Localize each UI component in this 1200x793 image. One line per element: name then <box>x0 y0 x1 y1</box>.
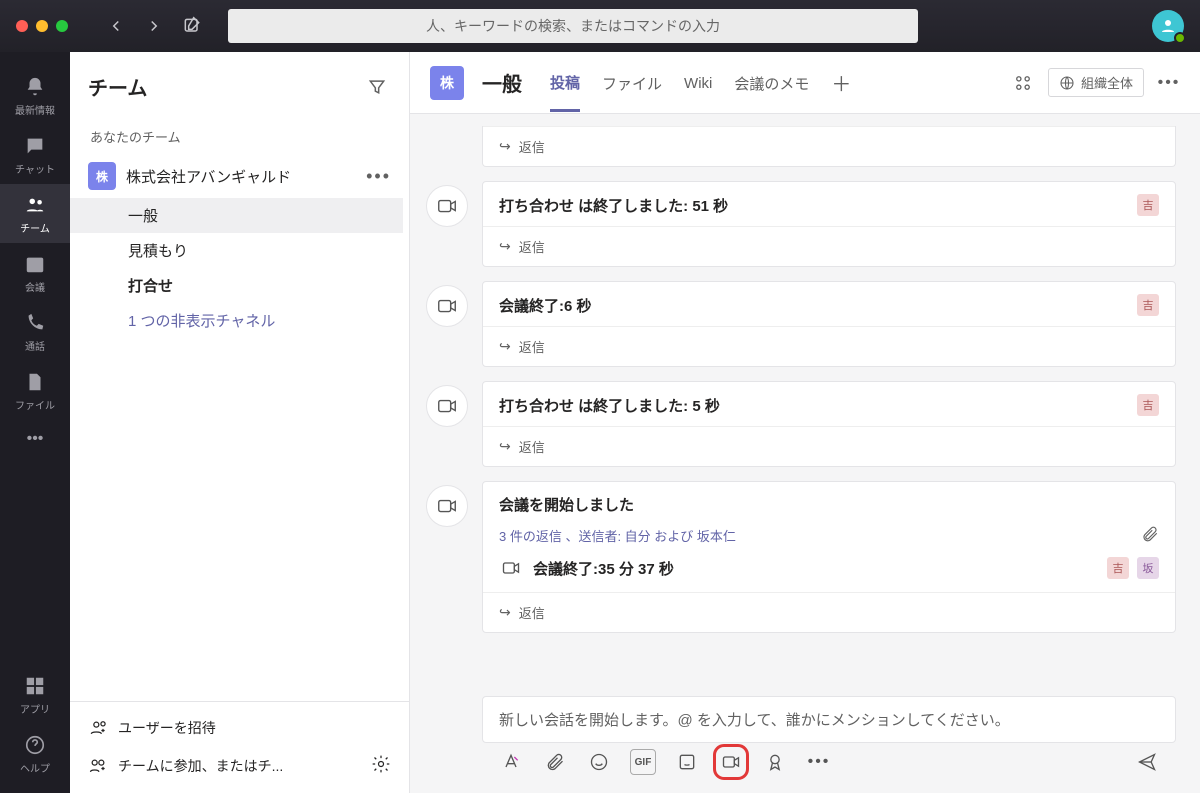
nav-back[interactable] <box>102 12 130 40</box>
channel-estimate[interactable]: 見積もり <box>70 233 403 268</box>
titlebar: 人、キーワードの検索、またはコマンドの入力 <box>0 0 1200 52</box>
maximize-window[interactable] <box>56 20 68 32</box>
participant-avatar: 吉 <box>1107 557 1129 579</box>
attachment-icon[interactable] <box>1141 525 1159 546</box>
compose-input[interactable]: 新しい会話を開始します。@ を入力して、誰かにメンションしてください。 <box>483 697 1175 742</box>
tab-files[interactable]: ファイル <box>602 55 662 110</box>
privacy-label: 組織全体 <box>1081 73 1133 92</box>
rail-label: アプリ <box>20 701 50 716</box>
send-icon[interactable] <box>1134 749 1160 775</box>
team-avatar: 株 <box>88 162 116 190</box>
participant-avatar: 吉 <box>1137 394 1159 416</box>
teams-panel: チーム あなたのチーム 株 株式会社アバンギャルド ••• 一般 見積もり 打合… <box>70 52 410 793</box>
join-create-label: チームに参加、またはチ... <box>118 756 361 776</box>
reply-button[interactable]: ↩返信 <box>483 126 1175 166</box>
minimize-window[interactable] <box>36 20 48 32</box>
channel-meeting[interactable]: 打合せ <box>70 268 403 303</box>
participant-avatar: 吉 <box>1137 194 1159 216</box>
praise-icon[interactable] <box>762 749 788 775</box>
channel-more-icon[interactable]: ••• <box>1158 72 1180 94</box>
new-chat-button[interactable] <box>178 12 206 40</box>
reply-button[interactable]: ↩返信 <box>483 326 1175 366</box>
org-chart-icon[interactable] <box>1012 72 1034 94</box>
rail-calls[interactable]: 通話 <box>0 302 70 361</box>
team-row[interactable]: 株 株式会社アバンギャルド ••• <box>70 154 403 198</box>
rail-label: ヘルプ <box>20 760 50 775</box>
rail-label: 最新情報 <box>15 102 55 117</box>
gif-icon[interactable]: GIF <box>630 749 656 775</box>
rail-files[interactable]: ファイル <box>0 361 70 420</box>
sub-message-title: 会議終了:35 分 37 秒 <box>533 558 674 579</box>
filter-icon[interactable] <box>363 73 391 101</box>
rail-help[interactable]: ヘルプ <box>0 724 70 783</box>
message-item: ↩返信 <box>426 126 1176 167</box>
video-icon <box>499 556 523 580</box>
close-window[interactable] <box>16 20 28 32</box>
sticker-icon[interactable] <box>674 749 700 775</box>
rail-label: チャット <box>15 161 55 176</box>
channel-team-avatar: 株 <box>430 66 464 100</box>
manage-teams-gear-icon[interactable] <box>371 754 391 777</box>
meeting-icon <box>426 285 468 327</box>
rail-chat[interactable]: チャット <box>0 125 70 184</box>
rail-meetings[interactable]: 会議 <box>0 243 70 302</box>
profile-avatar[interactable] <box>1152 10 1184 42</box>
hidden-channels-link[interactable]: 1 つの非表示チャネル <box>70 303 403 338</box>
meeting-icon <box>426 385 468 427</box>
format-icon[interactable] <box>498 749 524 775</box>
message-title: 会議終了:6 秒 <box>499 295 592 316</box>
rail-label: チーム <box>20 220 50 235</box>
presence-indicator <box>1174 32 1186 44</box>
search-input[interactable]: 人、キーワードの検索、またはコマンドの入力 <box>228 9 918 43</box>
team-name: 株式会社アバンギャルド <box>126 166 356 187</box>
channel-general[interactable]: 一般 <box>70 198 403 233</box>
message-title: 打ち合わせ は終了しました: 51 秒 <box>499 195 728 216</box>
nav-forward[interactable] <box>140 12 168 40</box>
rail-label: 通話 <box>25 338 45 353</box>
reply-button[interactable]: ↩返信 <box>483 426 1175 466</box>
section-your-teams: あなたのチーム <box>70 117 403 154</box>
message-item: 打ち合わせ は終了しました: 5 秒 吉 ↩返信 <box>426 381 1176 467</box>
add-tab-icon[interactable]: ＋ <box>831 68 851 97</box>
compose-more-icon[interactable]: ••• <box>806 749 832 775</box>
meeting-icon <box>426 185 468 227</box>
message-item: 会議終了:6 秒 吉 ↩返信 <box>426 281 1176 367</box>
rail-activity[interactable]: 最新情報 <box>0 66 70 125</box>
panel-title: チーム <box>88 72 363 101</box>
channel-header: 株 一般 投稿 ファイル Wiki 会議のメモ ＋ 組織全体 ••• <box>410 52 1200 114</box>
thread-summary[interactable]: 3 件の返信 、送信者: 自分 および 坂本仁 <box>499 526 736 545</box>
invite-users-button[interactable]: ユーザーを招待 <box>84 710 395 746</box>
channel-content: 株 一般 投稿 ファイル Wiki 会議のメモ ＋ 組織全体 ••• <box>410 52 1200 793</box>
app-rail: 最新情報 チャット チーム 会議 通話 ファイル ••• アプリ <box>0 52 70 793</box>
tab-posts[interactable]: 投稿 <box>550 54 580 112</box>
participant-avatar: 吉 <box>1137 294 1159 316</box>
message-item: 打ち合わせ は終了しました: 51 秒 吉 ↩返信 <box>426 181 1176 267</box>
emoji-icon[interactable] <box>586 749 612 775</box>
channel-title: 一般 <box>482 68 522 97</box>
rail-more[interactable]: ••• <box>20 420 50 458</box>
privacy-button[interactable]: 組織全体 <box>1048 68 1144 97</box>
message-list: ↩返信 打ち合わせ は終了しました: 51 秒 吉 ↩返信 会議終了:6 <box>410 114 1200 680</box>
rail-teams[interactable]: チーム <box>0 184 70 243</box>
message-title: 会議を開始しました <box>499 494 634 515</box>
window-controls <box>16 20 68 32</box>
attach-icon[interactable] <box>542 749 568 775</box>
rail-apps[interactable]: アプリ <box>0 665 70 724</box>
participant-avatar: 坂 <box>1137 557 1159 579</box>
invite-label: ユーザーを招待 <box>118 718 216 738</box>
meeting-icon <box>426 485 468 527</box>
tab-wiki[interactable]: Wiki <box>684 57 712 108</box>
message-item: 会議を開始しました 3 件の返信 、送信者: 自分 および 坂本仁 会議終了:3… <box>426 481 1176 633</box>
tab-notes[interactable]: 会議のメモ <box>734 55 809 110</box>
compose-box: 新しい会話を開始します。@ を入力して、誰かにメンションしてください。 <box>482 696 1176 743</box>
join-create-team-button[interactable]: チームに参加、またはチ... <box>84 746 395 785</box>
message-title: 打ち合わせ は終了しました: 5 秒 <box>499 395 720 416</box>
reply-button[interactable]: ↩返信 <box>483 592 1175 632</box>
rail-label: 会議 <box>25 279 45 294</box>
meet-now-icon[interactable] <box>718 749 744 775</box>
team-more-icon[interactable]: ••• <box>366 166 391 187</box>
reply-button[interactable]: ↩返信 <box>483 226 1175 266</box>
rail-label: ファイル <box>15 397 55 412</box>
